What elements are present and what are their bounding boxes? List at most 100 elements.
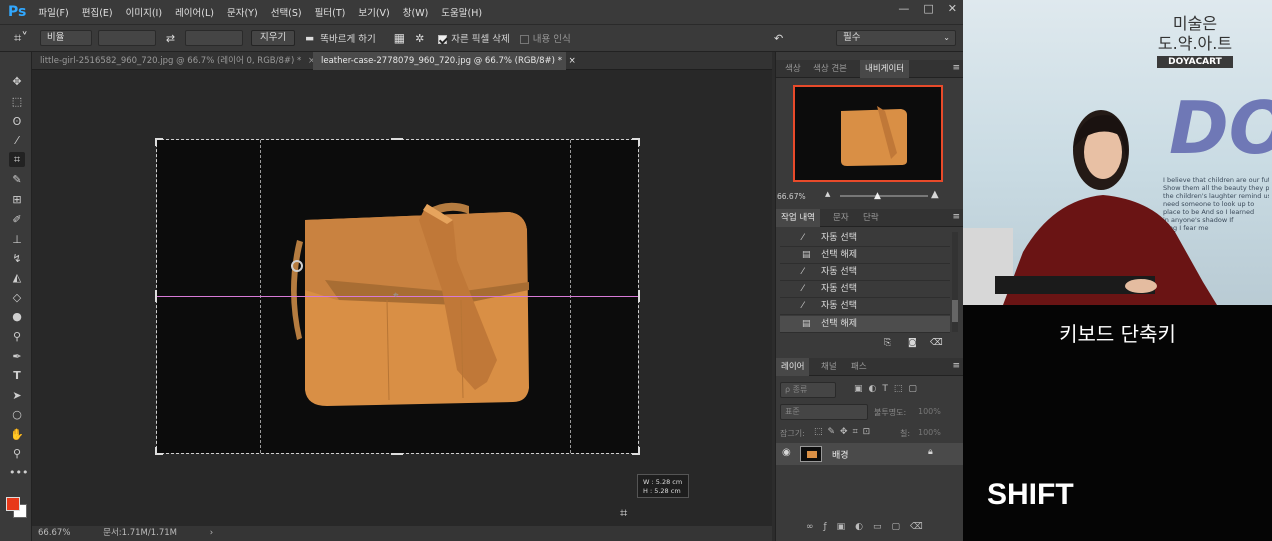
- close-button[interactable]: ✕: [948, 2, 957, 15]
- crop-handle-left[interactable]: [155, 290, 157, 302]
- document-canvas[interactable]: ⌖: [155, 138, 640, 455]
- menu-type[interactable]: 문자(Y): [227, 5, 258, 19]
- ratio-select[interactable]: 비율: [39, 30, 92, 46]
- hand-tool-icon[interactable]: ✋: [9, 427, 25, 442]
- crop-handle-top[interactable]: [391, 138, 403, 140]
- crop-handle-bottom-right[interactable]: [632, 447, 640, 455]
- eye-icon[interactable]: ◉: [782, 447, 791, 458]
- tab-leather-case[interactable]: leather-case-2778079_960_720.jpg @ 66.7%…: [313, 52, 576, 70]
- crop-tool-preset-icon[interactable]: ⌗˅: [14, 31, 28, 46]
- path-selection-tool-icon[interactable]: ➤: [9, 388, 25, 403]
- tab-layers[interactable]: 레이어: [776, 358, 810, 376]
- camera-icon[interactable]: ◙: [908, 338, 917, 348]
- magic-wand-tool-icon[interactable]: ⁄: [9, 133, 25, 148]
- workspace-select[interactable]: 필수 ⌄: [836, 30, 956, 46]
- panel-menu-icon[interactable]: ≡: [952, 361, 960, 371]
- menu-file[interactable]: 파일(F): [38, 5, 68, 19]
- history-item[interactable]: ⁄ 자동 선택: [780, 281, 950, 298]
- lock-icons[interactable]: ⬚✎✥⌗⊡: [814, 427, 875, 437]
- crop-tool-icon[interactable]: ⌗: [9, 152, 25, 167]
- more-tools-icon[interactable]: •••: [9, 465, 28, 480]
- canvas-area[interactable]: ⌖ W : 5.28 cm H : 5.28 cm ⌗: [32, 70, 772, 526]
- zoom-tool-icon[interactable]: ⚲: [9, 446, 25, 461]
- content-aware-checkbox[interactable]: 내용 인식: [519, 31, 571, 45]
- navigator-preview[interactable]: [793, 85, 943, 182]
- move-tool-icon[interactable]: ✥: [9, 74, 25, 89]
- tab-paths[interactable]: 패스: [846, 358, 872, 376]
- layer-filter-icons[interactable]: ▣◐T⬚▢: [854, 384, 923, 394]
- tab-paragraph[interactable]: 단락: [858, 209, 884, 227]
- menu-view[interactable]: 보기(V): [358, 5, 389, 19]
- blur-tool-icon[interactable]: ●: [9, 309, 25, 324]
- minimize-button[interactable]: —: [898, 2, 909, 15]
- tab-character[interactable]: 문자: [828, 209, 854, 227]
- history-item[interactable]: ⁄ 자동 선택: [780, 298, 950, 315]
- menu-filter[interactable]: 필터(T): [315, 5, 346, 19]
- straighten-icon[interactable]: ▬: [305, 33, 314, 44]
- history-item-selected[interactable]: ▤ 선택 해제: [780, 316, 950, 333]
- layer-kind-filter[interactable]: ρ 종류: [780, 382, 836, 398]
- status-menu-arrow[interactable]: ›: [210, 528, 213, 538]
- pen-tool-icon[interactable]: ✒: [9, 349, 25, 364]
- zoom-out-icon[interactable]: ▲: [825, 190, 830, 198]
- new-snapshot-icon[interactable]: ⎘: [884, 338, 891, 348]
- gear-icon[interactable]: ✲: [415, 32, 424, 45]
- marquee-tool-icon[interactable]: ⬚: [9, 94, 25, 109]
- tab-color[interactable]: 색상: [780, 60, 806, 78]
- zoom-in-icon[interactable]: ▲: [931, 189, 939, 200]
- straighten-label[interactable]: 똑바르게 하기: [320, 31, 375, 45]
- history-scrollbar[interactable]: [952, 232, 958, 332]
- zoom-slider-thumb[interactable]: ▲: [874, 191, 881, 201]
- maximize-button[interactable]: □: [923, 2, 933, 15]
- menu-window[interactable]: 창(W): [403, 5, 429, 19]
- delete-cropped-checkbox[interactable]: 자른 픽셀 삭제: [438, 31, 510, 45]
- crop-handle-top-left[interactable]: [155, 138, 163, 146]
- zoom-slider[interactable]: [840, 195, 928, 197]
- crop-handle-bottom-left[interactable]: [155, 447, 163, 455]
- lasso-tool-icon[interactable]: ʘ: [9, 114, 25, 129]
- crop-handle-top-right[interactable]: [632, 138, 640, 146]
- dodge-tool-icon[interactable]: ⚲: [9, 329, 25, 344]
- tab-navigator[interactable]: 내비게이터: [860, 60, 910, 78]
- height-field[interactable]: [185, 30, 244, 46]
- menu-help[interactable]: 도움말(H): [441, 5, 482, 19]
- fill-value[interactable]: 100%: [918, 428, 941, 437]
- blend-mode-select[interactable]: 표준: [780, 404, 868, 420]
- ellipse-tool-icon[interactable]: ○: [9, 407, 25, 422]
- panel-menu-icon[interactable]: ≡: [952, 63, 960, 73]
- menu-image[interactable]: 이미지(I): [126, 5, 162, 19]
- foreground-color-swatch[interactable]: [6, 497, 20, 511]
- paint-bucket-tool-icon[interactable]: ◇: [9, 290, 25, 305]
- healing-brush-tool-icon[interactable]: ⊞: [9, 192, 25, 207]
- history-item[interactable]: ⁄ 자동 선택: [780, 230, 950, 247]
- overlay-grid-icon[interactable]: ▦: [394, 31, 405, 45]
- menu-layer[interactable]: 레이어(L): [175, 5, 214, 19]
- clone-stamp-tool-icon[interactable]: ⊥: [9, 232, 25, 247]
- close-tab-icon[interactable]: ×: [569, 56, 576, 66]
- brush-tool-icon[interactable]: ✐: [9, 212, 25, 227]
- reset-icon[interactable]: ↶: [774, 32, 783, 45]
- navigator-zoom[interactable]: 66.67%: [777, 192, 806, 201]
- trash-icon[interactable]: ⌫: [930, 338, 943, 348]
- swap-icon[interactable]: ⇄: [166, 32, 175, 45]
- layer-footer-icons[interactable]: ∞ƒ▣◐▭▢⌫: [806, 522, 933, 532]
- clear-button[interactable]: 지우기: [251, 30, 296, 46]
- panel-menu-icon[interactable]: ≡: [952, 212, 960, 222]
- history-item[interactable]: ▤ 선택 해제: [780, 247, 950, 264]
- history-brush-tool-icon[interactable]: ↯: [9, 251, 25, 266]
- eyedropper-tool-icon[interactable]: ✎: [9, 172, 25, 187]
- layer-row[interactable]: ◉ 배경 🔒︎: [776, 443, 964, 465]
- menu-edit[interactable]: 편집(E): [82, 5, 113, 19]
- zoom-level[interactable]: 66.67%: [38, 528, 70, 538]
- history-item[interactable]: ⁄ 자동 선택: [780, 264, 950, 281]
- tab-history[interactable]: 작업 내역: [776, 209, 820, 227]
- tab-channels[interactable]: 채널: [816, 358, 842, 376]
- type-tool-icon[interactable]: T: [9, 368, 25, 383]
- crop-handle-right[interactable]: [638, 290, 640, 302]
- width-field[interactable]: [97, 30, 156, 46]
- menu-select[interactable]: 선택(S): [271, 5, 302, 19]
- layer-name[interactable]: 배경: [832, 448, 849, 461]
- opacity-value[interactable]: 100%: [918, 407, 941, 416]
- eraser-tool-icon[interactable]: ◭: [9, 270, 25, 285]
- crop-handle-bottom[interactable]: [391, 453, 403, 455]
